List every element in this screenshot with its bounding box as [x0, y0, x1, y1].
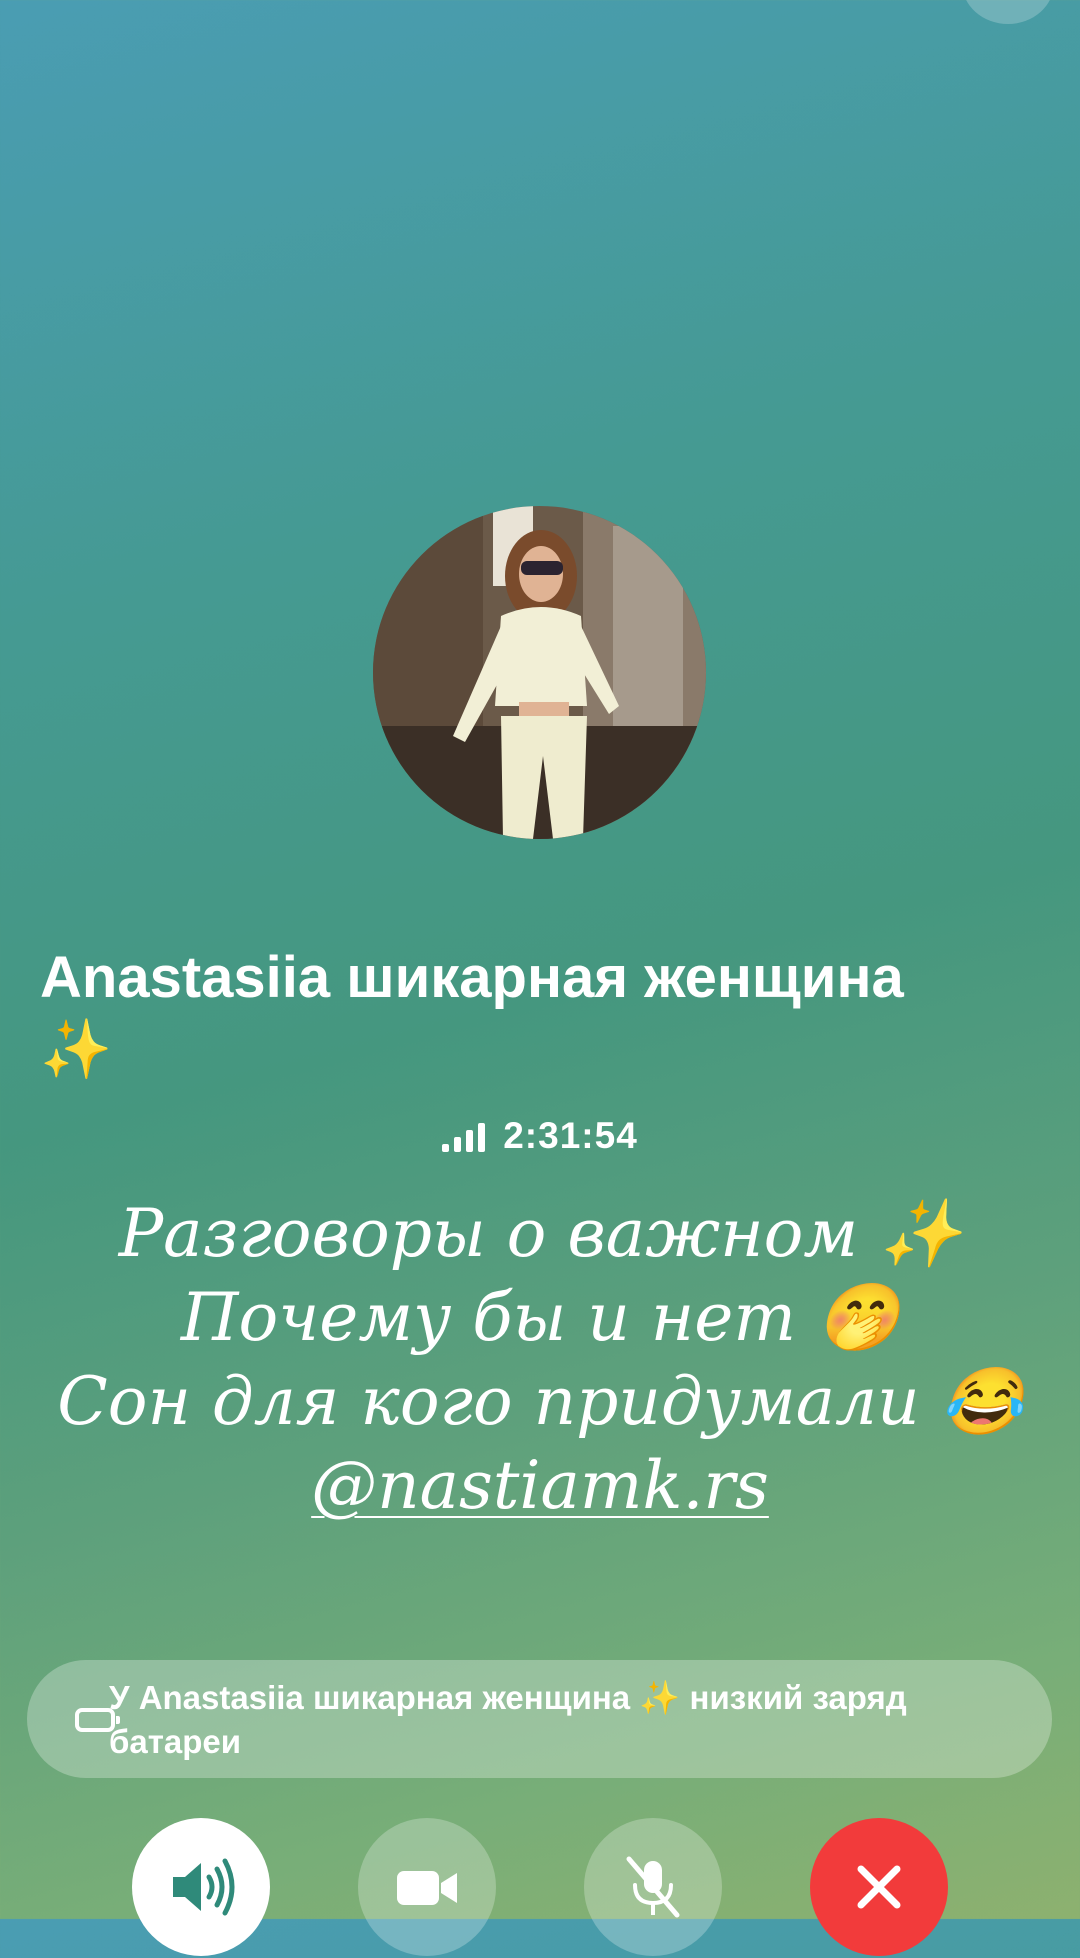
- bio-line-3: Сон для кого придумали 😂: [57, 1363, 1023, 1440]
- avatar: [373, 506, 706, 839]
- signal-strength-icon: [442, 1120, 486, 1152]
- avatar-photo: [373, 506, 706, 839]
- speaker-icon: [173, 1858, 235, 1916]
- low-battery-text: У Anastasiia шикарная женщина ✨ низкий з…: [109, 1679, 907, 1760]
- contact-name-text: Anastasiia шикарная женщина: [40, 945, 904, 1010]
- low-battery-banner: У Anastasiia шикарная женщина ✨ низкий з…: [27, 1660, 1052, 1778]
- call-duration: 2:31:54: [503, 1115, 638, 1156]
- profile-bio: Разговоры о важном ✨ Почему бы и нет 🤭 С…: [0, 1192, 1080, 1528]
- video-camera-icon: [397, 1871, 457, 1905]
- microphone-muted-icon: [626, 1856, 680, 1918]
- call-status: 2:31:54: [0, 1110, 1080, 1162]
- mute-button[interactable]: [584, 1818, 722, 1956]
- bio-line-2: Почему бы и нет 🤭: [180, 1279, 900, 1356]
- video-button[interactable]: [358, 1818, 496, 1956]
- bio-username-link[interactable]: @nastiamk.rs: [311, 1447, 769, 1524]
- sparkles-emoji: ✨: [40, 1017, 113, 1082]
- contact-name: Anastasiia шикарная женщина ✨: [40, 942, 1050, 1086]
- call-controls: [0, 1818, 1080, 1958]
- close-icon: [857, 1865, 901, 1909]
- speaker-button[interactable]: [132, 1818, 270, 1956]
- bio-line-1: Разговоры о важном ✨: [118, 1195, 962, 1272]
- top-corner-button[interactable]: [962, 0, 1054, 24]
- end-call-button[interactable]: [810, 1818, 948, 1956]
